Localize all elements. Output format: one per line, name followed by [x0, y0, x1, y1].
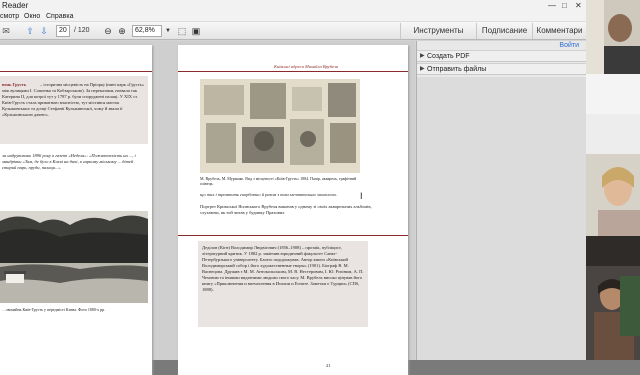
biography-note-text: Деділов (Кігн) Володимир Людвігович (185… [202, 245, 364, 292]
title-bar: Reader — □ ✕ [0, 0, 586, 11]
page-down-icon[interactable]: ⇩ [38, 25, 50, 37]
text-cursor-icon: I [360, 191, 363, 201]
participant-image [586, 154, 640, 236]
document-page-right: Київські адреси Михайла Врубеля М. Врубе… [178, 45, 408, 375]
toolbar: ✉ ⇧ ⇩ 20 / 120 ⊖ ⊕ 62,8% ▼ ⬚ ▣ Инструмен… [0, 22, 586, 40]
page-rule [0, 71, 152, 72]
zoom-field[interactable]: 62,8% [132, 25, 162, 37]
painting-caption: М. Врубель, М. Мурашко. Вид з місцевості… [200, 176, 357, 186]
page-number: 21 [326, 363, 331, 368]
expand-arrow-icon: ▶ [420, 53, 425, 59]
menu-help[interactable]: Справка [46, 11, 73, 22]
send-files-row[interactable]: ▶ Отправить файлы [417, 63, 587, 75]
page-number-input[interactable]: 20 [56, 25, 70, 37]
participant-image [586, 0, 640, 74]
document-view[interactable]: вень Грусть – історична місцевість на Пр… [0, 41, 415, 375]
page-up-icon[interactable]: ⇧ [24, 25, 36, 37]
webcam-strip [586, 0, 640, 360]
fit-page-icon[interactable]: ⬚ [176, 25, 188, 37]
lake-photo [0, 211, 148, 303]
maximize-icon[interactable]: □ [562, 0, 567, 11]
pdf-reader-window: Reader — □ ✕ смотр Окно Справка ✉ ⇧ ⇩ 20… [0, 0, 587, 375]
sign-in-link[interactable]: Войти [559, 41, 579, 50]
email-icon[interactable]: ✉ [0, 25, 12, 37]
page-total: / 120 [74, 27, 90, 34]
zoom-dropdown-icon[interactable]: ▼ [162, 25, 174, 37]
right-side-panel: Войти ▶ Создать PDF ▶ Отправить файлы [416, 41, 587, 360]
participant-video [586, 0, 640, 74]
menu-view[interactable]: смотр [0, 11, 19, 22]
painting-collage [200, 79, 360, 173]
page-rule [178, 71, 408, 72]
expand-arrow-icon: ▶ [420, 66, 425, 72]
running-header: Київські адреси Михайла Врубеля [274, 64, 338, 69]
menu-window[interactable]: Окно [24, 11, 40, 22]
create-pdf-row[interactable]: ▶ Создать PDF [417, 50, 587, 62]
quote-line: що тих і тремтить скорботно й разом з ти… [200, 192, 338, 197]
send-files-label: Отправить файлы [427, 66, 487, 73]
participant-video [586, 154, 640, 236]
participant-video [586, 74, 640, 114]
note-text: – історична місцевість на Пріорці (нині … [2, 82, 145, 117]
tab-tools[interactable]: Инструменты [400, 23, 476, 39]
close-icon[interactable]: ✕ [575, 0, 582, 11]
body-paragraph: Портрет Кримської Ясинського Врубеля вик… [200, 204, 372, 215]
painting-collage-image [200, 79, 360, 173]
photo-caption: …звичайна Київ-Грусть у передмісті Києва… [2, 307, 106, 312]
participant-image [586, 236, 640, 360]
create-pdf-label: Создать PDF [427, 53, 470, 60]
tab-sign[interactable]: Подписание [476, 23, 532, 39]
fit-width-icon[interactable]: ▣ [190, 25, 202, 37]
participant-video [586, 236, 640, 360]
panel-body [417, 77, 587, 360]
menu-bar: смотр Окно Справка [0, 11, 586, 22]
note-rule [178, 235, 408, 236]
minimize-icon[interactable]: — [548, 0, 556, 11]
document-page-left: вень Грусть – історична місцевість на Пр… [0, 45, 152, 375]
zoom-in-icon[interactable]: ⊕ [116, 25, 128, 37]
panel-header: Войти [417, 41, 587, 50]
tab-comments[interactable]: Комментари [532, 23, 586, 39]
window-title: Reader [2, 1, 29, 10]
lake-photo-image [0, 211, 148, 303]
body-paragraph: ла надруковано 1896 року в газеті «Недел… [2, 153, 136, 170]
participant-video [586, 114, 640, 154]
zoom-out-icon[interactable]: ⊖ [102, 25, 114, 37]
